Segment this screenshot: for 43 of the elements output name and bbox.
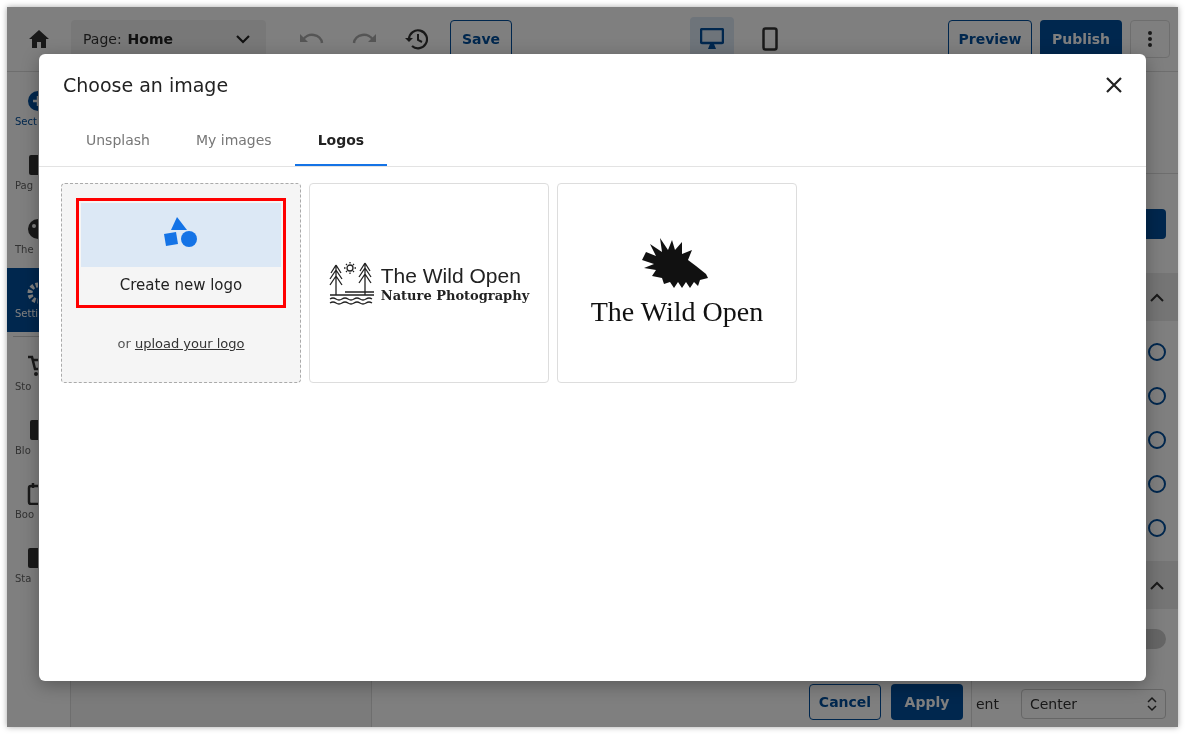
radio-button[interactable] (1148, 387, 1166, 405)
chevron-up-icon (1150, 580, 1164, 590)
logo-card[interactable]: The Wild Open Nature Photography (309, 183, 549, 383)
sidebar-item[interactable]: Sto (7, 341, 70, 405)
logo-card[interactable]: The Wild Open (557, 183, 797, 383)
radio-button[interactable] (1148, 343, 1166, 361)
page-icon (27, 153, 38, 176)
cancel-button[interactable]: Cancel (809, 684, 881, 720)
radio-button[interactable] (1148, 475, 1166, 493)
sidebar-item[interactable]: Boo (7, 469, 70, 533)
chart-icon (27, 546, 38, 569)
up-down-icon (1147, 696, 1157, 712)
more-icon (1148, 31, 1152, 47)
select-value: Center (1030, 696, 1078, 712)
more-options-button[interactable] (1130, 20, 1170, 58)
logo-title: The Wild Open (380, 263, 522, 288)
alignment-label: ent (976, 696, 999, 712)
logo-title: The Wild Open (590, 296, 764, 328)
phone-icon (762, 27, 778, 51)
alignment-select[interactable]: Center (1021, 689, 1166, 719)
sidebar-item[interactable]: The (7, 204, 70, 268)
cart-icon (27, 354, 38, 377)
apply-button[interactable]: Apply (891, 684, 963, 720)
history-icon[interactable] (404, 28, 428, 50)
create-logo-button[interactable]: Create new logo (76, 198, 286, 308)
chevron-up-icon (1150, 292, 1164, 302)
upload-logo-link[interactable]: upload your logo (134, 336, 245, 351)
tab[interactable]: Logos (294, 116, 388, 166)
chevron-down-icon (236, 34, 250, 44)
sidebar-item[interactable]: Blo (7, 405, 70, 469)
calendar-icon (27, 482, 38, 505)
radio-button[interactable] (1148, 431, 1166, 449)
monitor-icon (700, 28, 724, 50)
dialog-title: Choose an image (63, 74, 229, 96)
upload-prompt: or (117, 336, 131, 351)
radio-button[interactable] (1148, 519, 1166, 537)
home-icon[interactable] (29, 30, 49, 48)
sidebar-item[interactable]: Sta (7, 533, 70, 597)
trees-drawing (328, 261, 375, 305)
logo-subtitle: Nature Photography (380, 287, 530, 303)
close-icon[interactable] (1106, 77, 1122, 93)
tab[interactable]: My images (172, 116, 295, 166)
bookmark-icon (27, 418, 38, 441)
